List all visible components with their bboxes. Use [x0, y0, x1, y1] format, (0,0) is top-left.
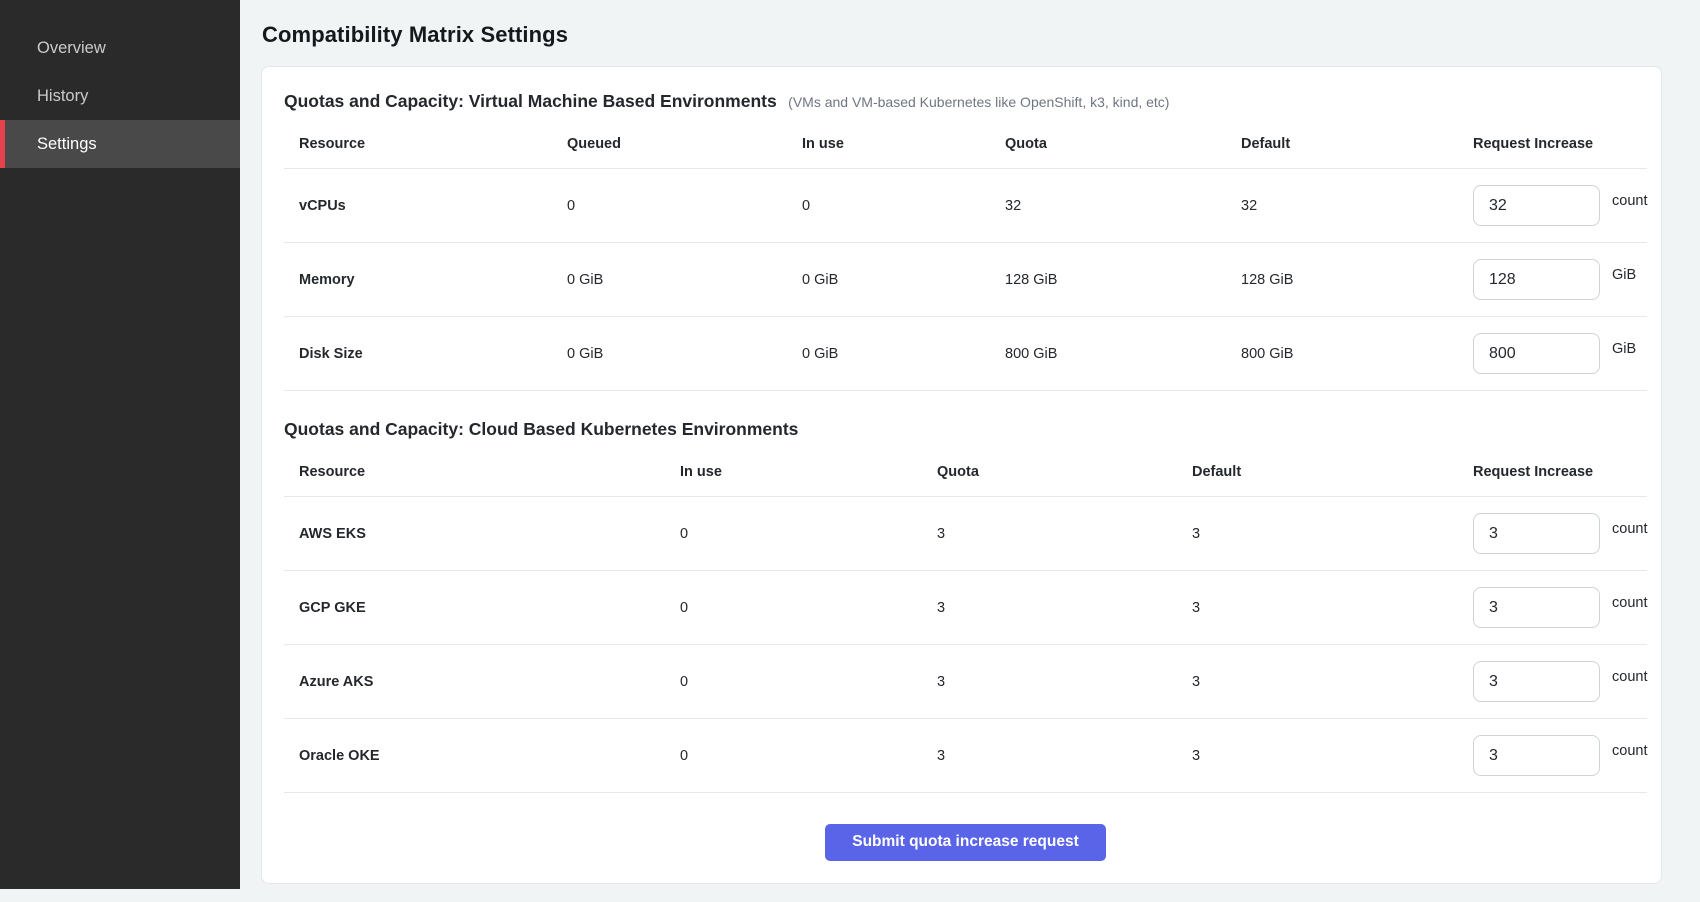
table-header-row: Resource Queued In use Quota Default Req… — [284, 122, 1647, 169]
table-row-vcpus: vCPUs 0 0 32 32 count — [284, 169, 1647, 243]
default-value: 3 — [1192, 600, 1473, 616]
request-increase-cell: count — [1473, 735, 1647, 776]
default-value: 800 GiB — [1241, 346, 1473, 362]
table-row-memory: Memory 0 GiB 0 GiB 128 GiB 128 GiB GiB — [284, 243, 1647, 317]
request-increase-cell: count — [1473, 185, 1647, 226]
in-use-value: 0 — [680, 600, 937, 616]
in-use-value: 0 GiB — [802, 346, 1005, 362]
default-value: 32 — [1241, 198, 1473, 214]
request-increase-cell: count — [1473, 513, 1647, 554]
quota-value: 3 — [937, 674, 1192, 690]
in-use-value: 0 — [680, 526, 937, 542]
in-use-value: 0 — [680, 674, 937, 690]
request-increase-cell: GiB — [1473, 259, 1647, 300]
default-value: 3 — [1192, 748, 1473, 764]
unit-label: GiB — [1612, 267, 1636, 283]
quota-value: 800 GiB — [1005, 346, 1241, 362]
sidebar-item-settings[interactable]: Settings — [0, 120, 240, 168]
resource-label: AWS EKS — [284, 526, 680, 542]
column-header-resource: Resource — [284, 464, 680, 480]
quota-value: 3 — [937, 748, 1192, 764]
queued-value: 0 GiB — [567, 272, 802, 288]
in-use-value: 0 — [680, 748, 937, 764]
sidebar-item-overview[interactable]: Overview — [0, 24, 240, 72]
table-row-disk-size: Disk Size 0 GiB 0 GiB 800 GiB 800 GiB Gi… — [284, 317, 1647, 391]
column-header-default: Default — [1241, 136, 1473, 152]
disk-size-request-input[interactable] — [1473, 333, 1600, 374]
section-k8s-quotas: Quotas and Capacity: Cloud Based Kuberne… — [284, 419, 1647, 793]
quota-value: 32 — [1005, 198, 1241, 214]
submit-quota-increase-button[interactable]: Submit quota increase request — [825, 824, 1106, 861]
vm-quota-table: Resource Queued In use Quota Default Req… — [284, 122, 1647, 391]
sidebar-item-label: History — [37, 87, 88, 106]
in-use-value: 0 — [802, 198, 1005, 214]
settings-card: Quotas and Capacity: Virtual Machine Bas… — [261, 66, 1662, 884]
sidebar: Overview History Settings — [0, 0, 240, 889]
resource-label: Azure AKS — [284, 674, 680, 690]
queued-value: 0 — [567, 198, 802, 214]
request-increase-cell: count — [1473, 661, 1647, 702]
unit-label: count — [1612, 595, 1647, 611]
unit-label: GiB — [1612, 341, 1636, 357]
column-header-resource: Resource — [284, 136, 567, 152]
sidebar-item-label: Overview — [37, 39, 106, 58]
section-heading: Quotas and Capacity: Cloud Based Kuberne… — [284, 419, 798, 439]
section-vm-quotas: Quotas and Capacity: Virtual Machine Bas… — [284, 91, 1647, 391]
section-heading-row: Quotas and Capacity: Virtual Machine Bas… — [284, 91, 1647, 112]
quota-value: 128 GiB — [1005, 272, 1241, 288]
request-increase-cell: GiB — [1473, 333, 1647, 374]
column-header-quota: Quota — [937, 464, 1192, 480]
vcpus-request-input[interactable] — [1473, 185, 1600, 226]
table-row-aws-eks: AWS EKS 0 3 3 count — [284, 497, 1647, 571]
column-header-queued: Queued — [567, 136, 802, 152]
section-heading-row: Quotas and Capacity: Cloud Based Kuberne… — [284, 419, 1647, 440]
default-value: 128 GiB — [1241, 272, 1473, 288]
quota-value: 3 — [937, 526, 1192, 542]
column-header-in-use: In use — [802, 136, 1005, 152]
azure-aks-request-input[interactable] — [1473, 661, 1600, 702]
request-increase-cell: count — [1473, 587, 1647, 628]
in-use-value: 0 GiB — [802, 272, 1005, 288]
page-title: Compatibility Matrix Settings — [262, 22, 1662, 48]
column-header-in-use: In use — [680, 464, 937, 480]
table-row-oracle-oke: Oracle OKE 0 3 3 count — [284, 719, 1647, 793]
table-row-azure-aks: Azure AKS 0 3 3 count — [284, 645, 1647, 719]
column-header-request-increase: Request Increase — [1473, 464, 1647, 480]
sidebar-item-history[interactable]: History — [0, 72, 240, 120]
sidebar-item-label: Settings — [37, 135, 97, 154]
main-content: Compatibility Matrix Settings Quotas and… — [240, 0, 1700, 902]
aws-eks-request-input[interactable] — [1473, 513, 1600, 554]
resource-label: Memory — [284, 272, 567, 288]
queued-value: 0 GiB — [567, 346, 802, 362]
unit-label: count — [1612, 669, 1647, 685]
oracle-oke-request-input[interactable] — [1473, 735, 1600, 776]
resource-label: Disk Size — [284, 346, 567, 362]
default-value: 3 — [1192, 526, 1473, 542]
gcp-gke-request-input[interactable] — [1473, 587, 1600, 628]
submit-row: Submit quota increase request — [284, 824, 1647, 861]
section-subtitle: (VMs and VM-based Kubernetes like OpenSh… — [788, 94, 1169, 110]
column-header-request-increase: Request Increase — [1473, 136, 1647, 152]
unit-label: count — [1612, 743, 1647, 759]
table-row-gcp-gke: GCP GKE 0 3 3 count — [284, 571, 1647, 645]
quota-value: 3 — [937, 600, 1192, 616]
column-header-quota: Quota — [1005, 136, 1241, 152]
default-value: 3 — [1192, 674, 1473, 690]
column-header-default: Default — [1192, 464, 1473, 480]
table-header-row: Resource In use Quota Default Request In… — [284, 450, 1647, 497]
resource-label: GCP GKE — [284, 600, 680, 616]
resource-label: vCPUs — [284, 198, 567, 214]
resource-label: Oracle OKE — [284, 748, 680, 764]
section-heading: Quotas and Capacity: Virtual Machine Bas… — [284, 91, 777, 111]
unit-label: count — [1612, 521, 1647, 537]
k8s-quota-table: Resource In use Quota Default Request In… — [284, 450, 1647, 793]
memory-request-input[interactable] — [1473, 259, 1600, 300]
unit-label: count — [1612, 193, 1647, 209]
